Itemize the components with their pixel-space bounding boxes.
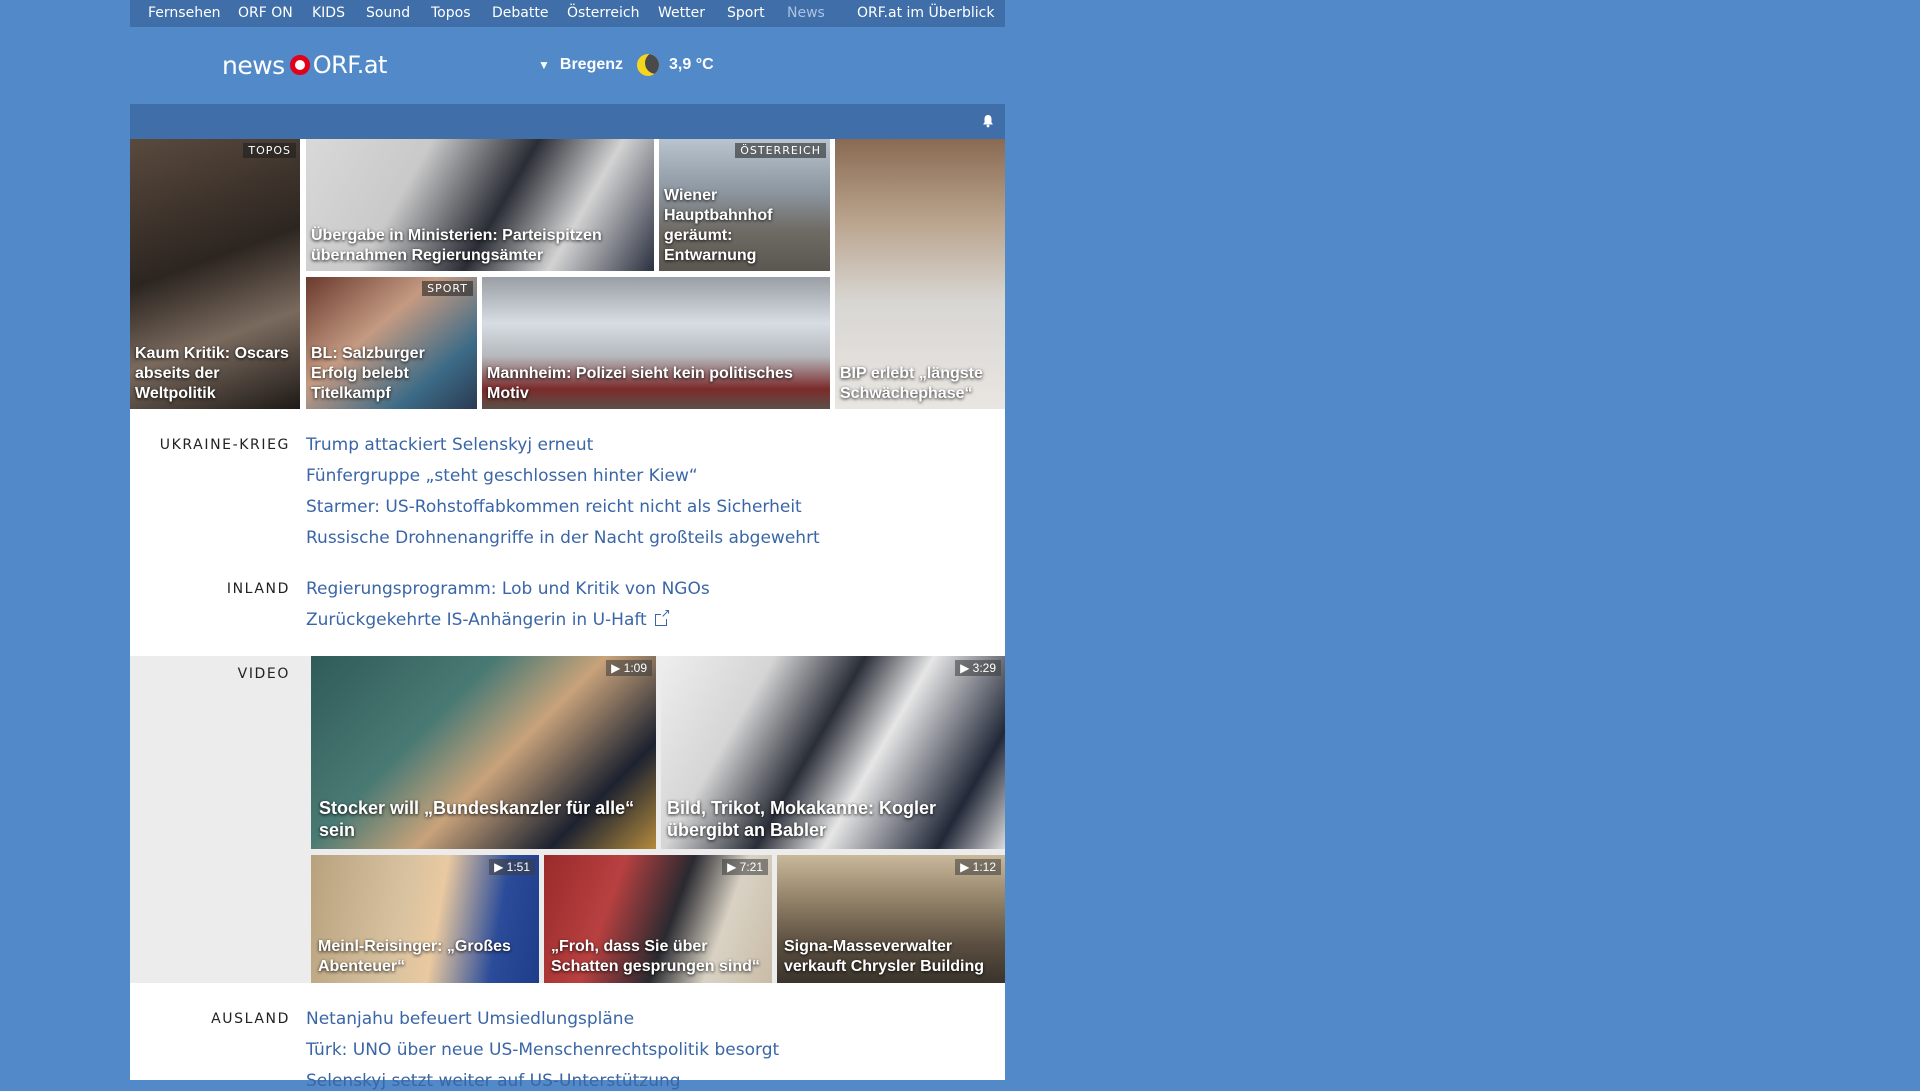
video-duration: ▶ 1:09	[606, 660, 652, 676]
category-tag: ÖSTERREICH	[735, 143, 826, 158]
video-meinl-reisinger[interactable]: ▶ 1:51 Meinl-Reisinger: „Großes Abenteue…	[311, 855, 539, 983]
logo-news-text: news	[222, 50, 285, 80]
article-link[interactable]: Fünfergruppe „steht geschlossen hinter K…	[306, 466, 698, 486]
article-link[interactable]: Netanjahu befeuert Umsiedlungspläne	[306, 1009, 634, 1029]
nav-sound[interactable]: Sound	[366, 0, 410, 27]
section-label-video: VIDEO	[237, 666, 290, 682]
category-tag: TOPOS	[243, 143, 296, 158]
nav-kids[interactable]: KIDS	[312, 0, 345, 27]
topstory-caption: Kaum Kritik: Oscars abseits der Weltpoli…	[135, 345, 289, 402]
section-label-ukraine: UKRAINE-KRIEG	[159, 437, 290, 453]
logo-orf-text: ORF.at	[312, 51, 388, 79]
nav-wetter[interactable]: Wetter	[658, 0, 705, 27]
video-duration: ▶ 7:21	[722, 859, 768, 875]
video-caption: Bild, Trikot, Mokakanne: Kogler übergibt…	[667, 798, 937, 840]
nav-fernsehen[interactable]: Fernsehen	[148, 0, 221, 27]
video-stocker[interactable]: ▶ 1:09 Stocker will „Bundeskanzler für a…	[311, 656, 656, 849]
article-link[interactable]: Russische Drohnenangriffe in der Nacht g…	[306, 528, 820, 548]
nav-news[interactable]: News	[787, 0, 825, 27]
topstory-mannheim[interactable]: Mannheim: Polizei sieht kein politisches…	[482, 277, 830, 409]
weather-city: Bregenz	[559, 56, 624, 73]
play-icon: ▶	[960, 661, 973, 675]
topstory-bip[interactable]: BIP erlebt „längste Schwächephase“	[835, 139, 1005, 409]
video-caption: Signa-Masseverwalter verkauft Chrysler B…	[784, 938, 985, 975]
bell-icon[interactable]	[981, 114, 995, 128]
topstory-caption: BL: Salzburger Erfolg belebt Titelkampf	[311, 345, 425, 402]
article-link[interactable]: Türk: UNO über neue US-Menschenrechtspol…	[306, 1040, 779, 1060]
moon-icon	[637, 54, 660, 76]
category-tag: SPORT	[422, 281, 473, 296]
page: Fernsehen ORF ON KIDS Sound Topos Debatt…	[130, 0, 1005, 1091]
nav-orf-ueberblick[interactable]: ORF.at im Überblick	[857, 0, 994, 27]
topstory-caption: BIP erlebt „längste Schwächephase“	[840, 365, 983, 402]
nav-debatte[interactable]: Debatte	[492, 0, 548, 27]
topstory-caption: Wiener Hauptbahnhof geräumt: Entwarnung	[664, 187, 773, 264]
article-link-external[interactable]: Zurückgekehrte IS-Anhängerin in U-Haft	[306, 607, 671, 630]
topstory-caption: Übergabe in Ministerien: Parteispitzen ü…	[311, 227, 602, 264]
play-icon: ▶	[611, 661, 624, 675]
video-van-der-bellen[interactable]: ▶ 7:21 „Froh, dass Sie über Schatten ges…	[544, 855, 772, 983]
external-link-icon	[654, 607, 671, 626]
topstory-hauptbahnhof[interactable]: ÖSTERREICH Wiener Hauptbahnhof geräumt: …	[659, 139, 830, 271]
dropdown-triangle-icon: ▼	[538, 58, 550, 72]
orf-eye-icon	[289, 55, 310, 75]
weather-temperature: 3,9 °C	[669, 56, 714, 73]
topstory-uebergabe[interactable]: Übergabe in Ministerien: Parteispitzen ü…	[306, 139, 654, 271]
article-link-text: Zurückgekehrte IS-Anhängerin in U-Haft	[306, 610, 647, 630]
play-icon: ▶	[727, 860, 740, 874]
video-duration: ▶ 1:51	[489, 859, 535, 875]
video-caption: Meinl-Reisinger: „Großes Abenteuer“	[318, 938, 511, 975]
article-link[interactable]: Selenskyj setzt weiter auf US-Unterstütz…	[306, 1071, 681, 1091]
section-label-inland: INLAND	[226, 581, 290, 597]
video-duration: ▶ 3:29	[955, 660, 1001, 676]
play-icon: ▶	[960, 860, 973, 874]
topstory-caption: Mannheim: Polizei sieht kein politisches…	[487, 365, 793, 402]
main-content: TOPOS Kaum Kritik: Oscars abseits der We…	[130, 139, 1005, 1091]
video-chrysler[interactable]: ▶ 1:12 Signa-Masseverwalter verkauft Chr…	[777, 855, 1005, 983]
notification-bar	[130, 104, 1005, 139]
play-icon: ▶	[494, 860, 507, 874]
weather-widget[interactable]: ▼ Bregenz 3,9 °C	[538, 52, 714, 78]
article-link[interactable]: Trump attackiert Selenskyj erneut	[306, 435, 593, 455]
video-kogler[interactable]: ▶ 3:29 Bild, Trikot, Mokakanne: Kogler ü…	[661, 656, 1005, 849]
nav-orf-on[interactable]: ORF ON	[238, 0, 293, 27]
nav-sport[interactable]: Sport	[727, 0, 765, 27]
top-navigation: Fernsehen ORF ON KIDS Sound Topos Debatt…	[130, 0, 1005, 27]
video-caption: Stocker will „Bundeskanzler für alle“ se…	[319, 798, 635, 840]
article-link[interactable]: Regierungsprogramm: Lob und Kritik von N…	[306, 579, 710, 599]
video-duration: ▶ 1:12	[955, 859, 1001, 875]
nav-topos[interactable]: Topos	[431, 0, 470, 27]
article-link[interactable]: Starmer: US-Rohstoffabkommen reicht nich…	[306, 497, 802, 517]
section-label-ausland: AUSLAND	[211, 1011, 290, 1027]
news-orf-logo[interactable]: news ORF.at	[222, 48, 387, 82]
topstory-oscars[interactable]: TOPOS Kaum Kritik: Oscars abseits der We…	[130, 139, 300, 409]
topstory-salzburg[interactable]: SPORT BL: Salzburger Erfolg belebt Titel…	[306, 277, 477, 409]
video-caption: „Froh, dass Sie über Schatten gesprungen…	[551, 938, 760, 975]
nav-oesterreich[interactable]: Österreich	[567, 0, 639, 27]
